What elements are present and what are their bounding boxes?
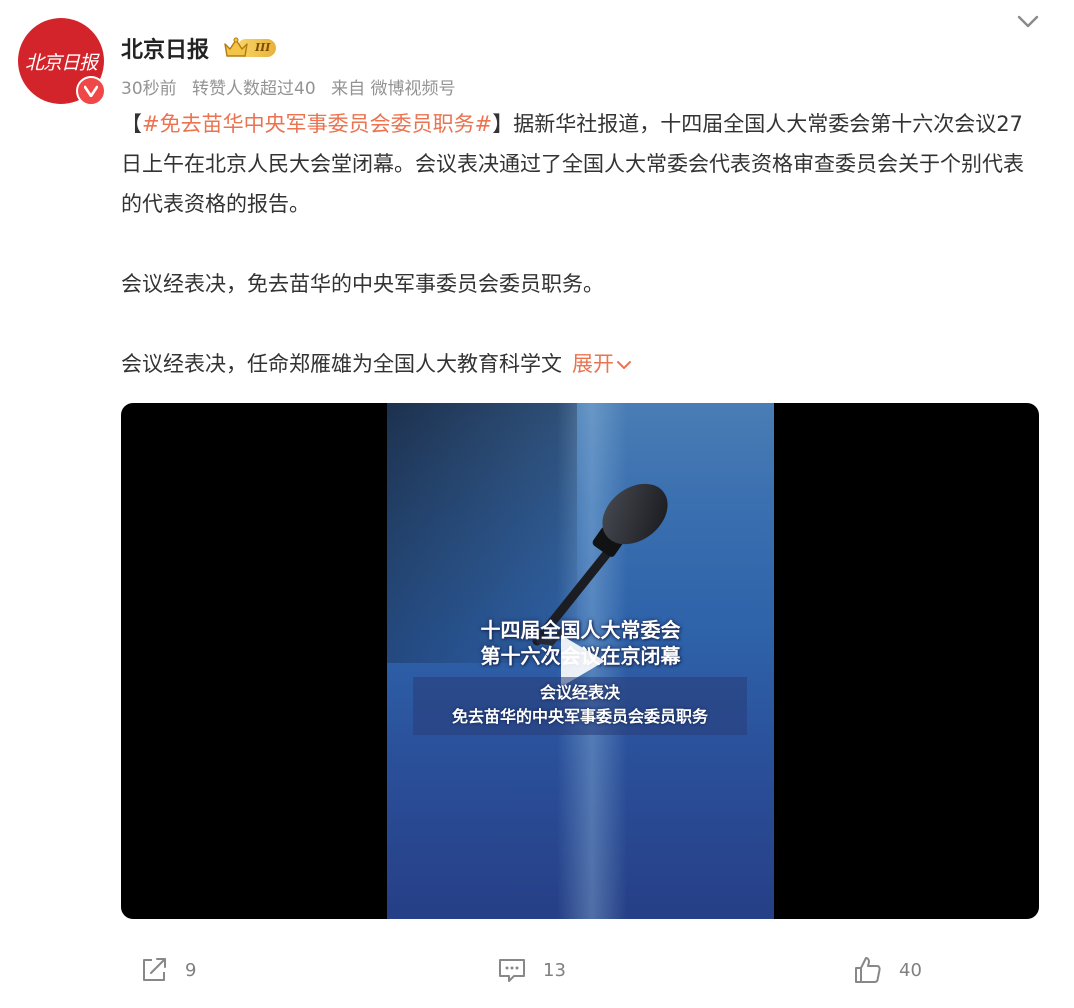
bracket-open: 【: [121, 112, 142, 136]
bracket-close: 】: [492, 112, 514, 136]
share-icon: [143, 958, 166, 981]
expand-link[interactable]: 展开: [572, 352, 632, 376]
chevron-down-icon: [1017, 15, 1039, 28]
content-paragraph-3: 会议经表决，任命郑雁雄为全国人大教育科学文 展开: [121, 344, 1041, 384]
chevron-down-icon: [617, 361, 631, 369]
action-bar: 9 13 40: [0, 950, 1074, 994]
content-paragraph-1: 【#免去苗华中央军事委员会委员职务#】据新华社报道，十四届全国人大常委会第十六次…: [121, 104, 1041, 224]
comment-count: 13: [543, 959, 566, 981]
thumbs-up-icon: [855, 957, 881, 983]
paragraph-3-text: 会议经表决，任命郑雁雄为全国人大教育科学文: [121, 352, 562, 376]
avatar[interactable]: 北京日报: [18, 18, 106, 106]
crown-icon: [224, 37, 248, 57]
expand-label: 展开: [572, 352, 614, 376]
hashtag-link[interactable]: #免去苗华中央军事委员会委员职务#: [142, 112, 492, 136]
content-paragraph-2: 会议经表决，免去苗华的中央军事委员会委员职务。: [121, 272, 604, 296]
video-frame: 十四届全国人大常委会 第十六次会议在京闭幕 会议经表决 免去苗华的中央军事委员会…: [387, 403, 774, 919]
reposts-note: 转赞人数超过40: [192, 79, 316, 99]
verified-v-icon: [76, 76, 106, 106]
author-row: 北京日报 III: [121, 32, 277, 64]
avatar-logo-text: 北京日报: [24, 51, 98, 74]
more-options-button[interactable]: [1014, 10, 1042, 34]
author-name[interactable]: 北京日报: [121, 32, 209, 64]
like-count: 40: [899, 959, 922, 981]
post-source[interactable]: 来自 微博视频号: [331, 79, 455, 99]
post-time[interactable]: 30秒前: [121, 79, 177, 99]
subtitle-line-2: 免去苗华的中央军事委员会委员职务: [451, 707, 708, 726]
post-meta: 30秒前 转赞人数超过40 来自 微博视频号: [121, 74, 456, 99]
comment-icon: [499, 959, 525, 982]
level-badge[interactable]: III: [223, 36, 277, 60]
repost-button[interactable]: 9: [139, 950, 196, 990]
subtitle-line-1: 会议经表决: [539, 683, 620, 702]
video-player[interactable]: 十四届全国人大常委会 第十六次会议在京闭幕 会议经表决 免去苗华的中央军事委员会…: [121, 403, 1039, 919]
like-button[interactable]: 40: [853, 950, 922, 990]
post-content: 【#免去苗华中央军事委员会委员职务#】据新华社报道，十四届全国人大常委会第十六次…: [121, 104, 1041, 384]
weibo-post: 北京日报 北京日报 III 30秒前 转赞人数超过40 来自 微博视频号 【#免…: [0, 0, 1074, 1008]
repost-count: 9: [185, 959, 197, 981]
video-subtitle: 会议经表决 免去苗华的中央军事委员会委员职务: [413, 677, 747, 735]
comment-button[interactable]: 13: [497, 950, 566, 990]
